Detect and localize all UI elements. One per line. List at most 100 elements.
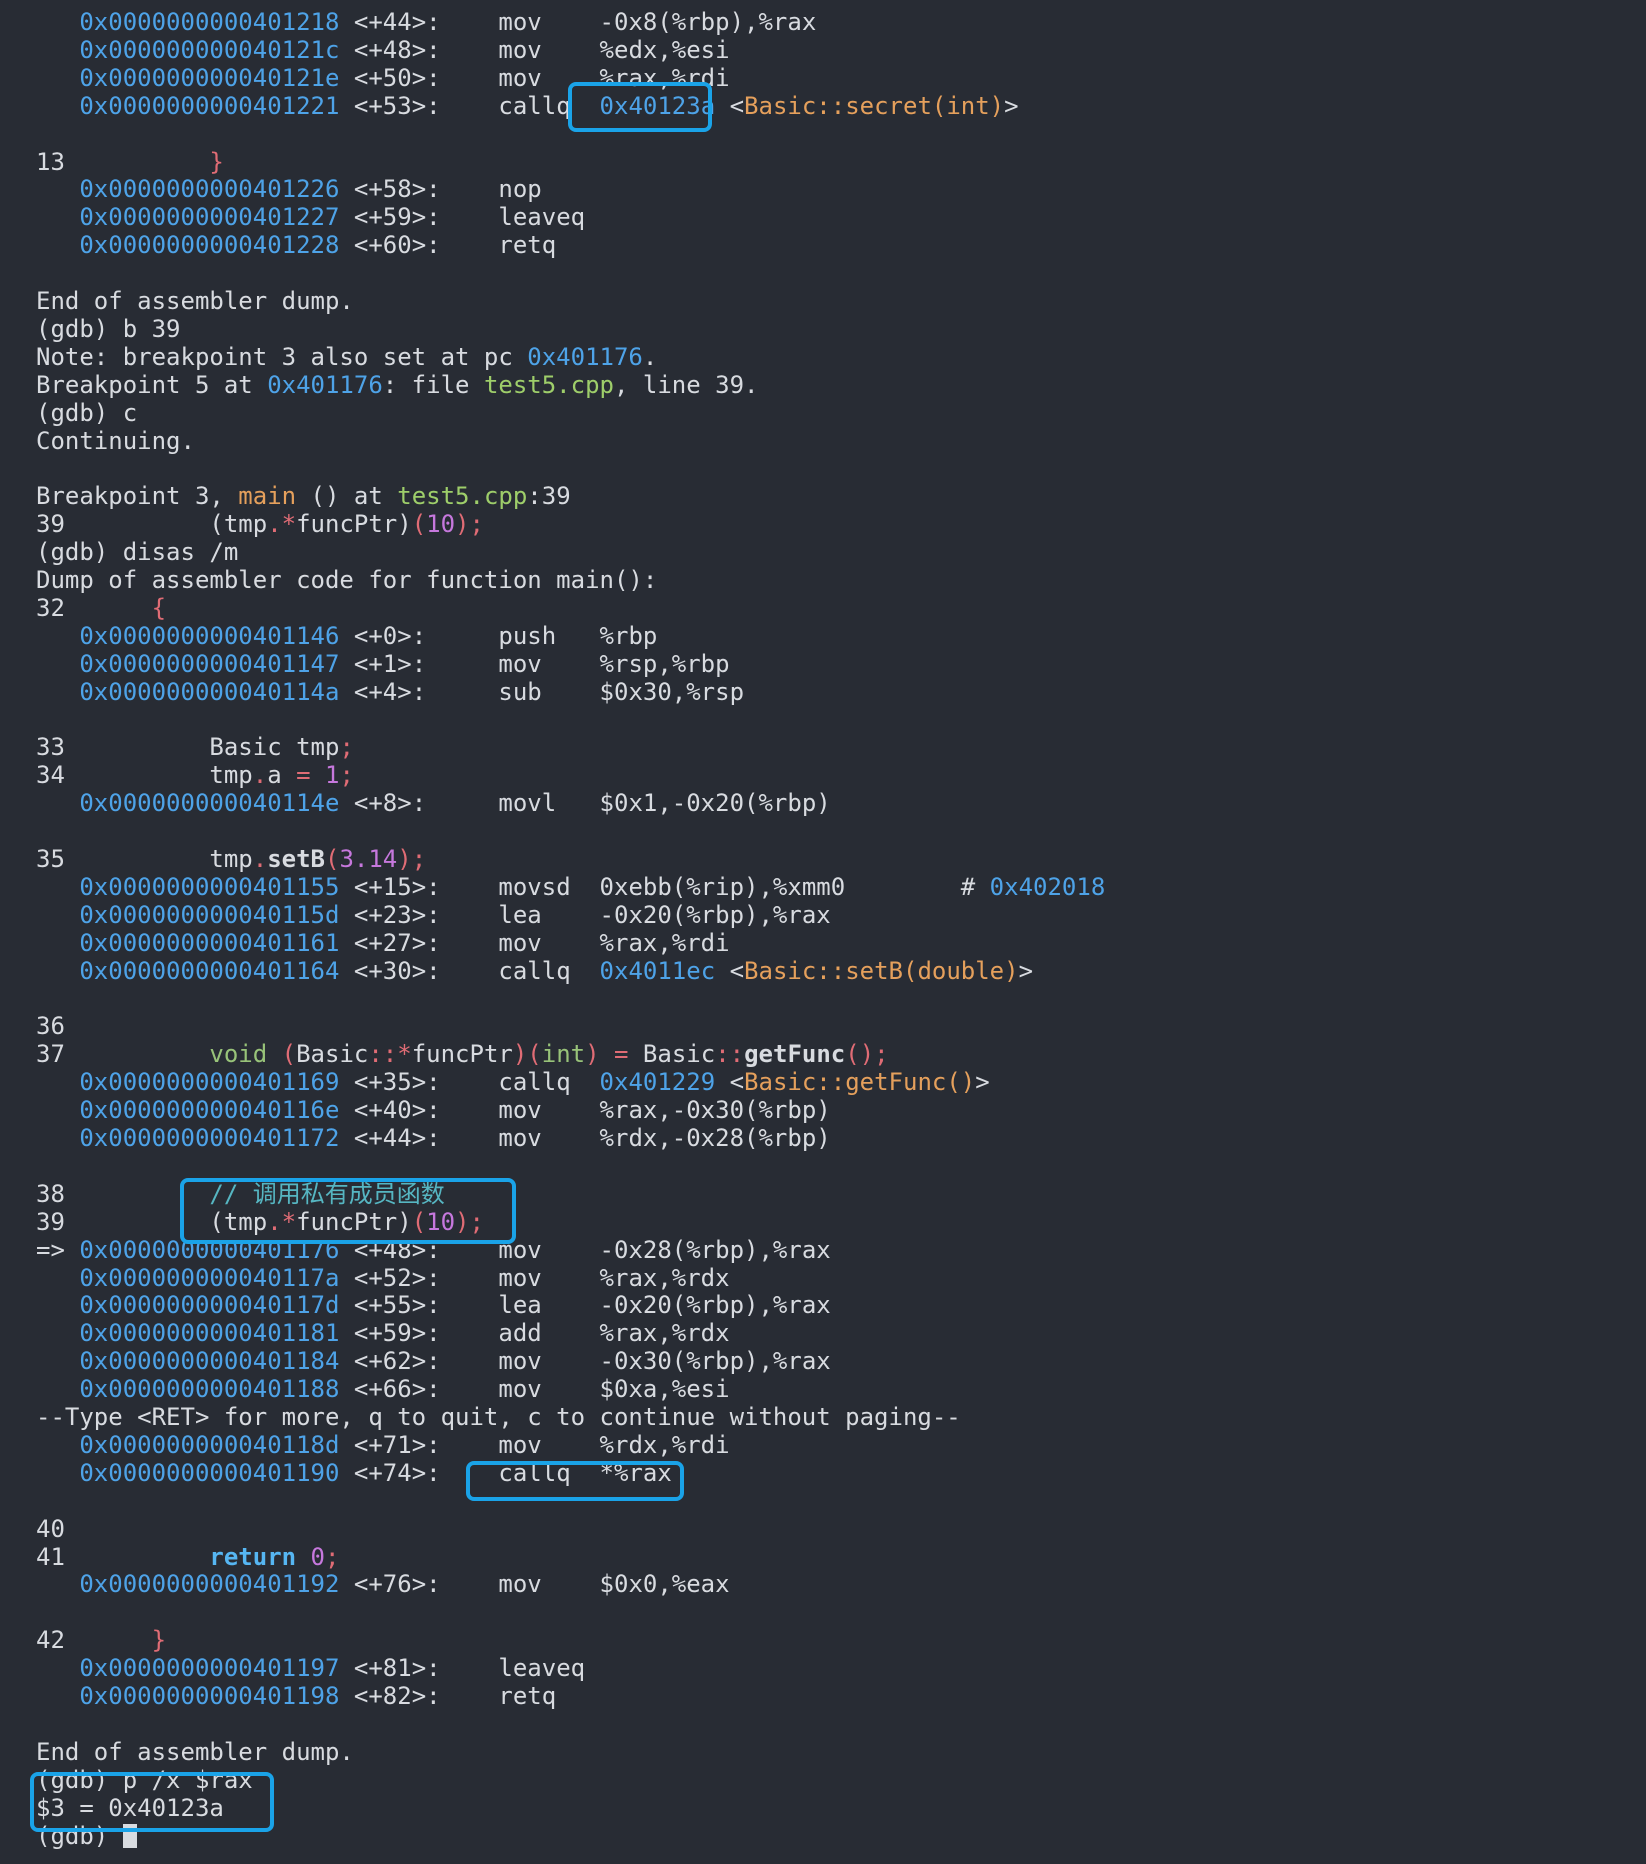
line-segment — [36, 622, 79, 650]
terminal-line: Continuing. — [36, 427, 195, 455]
terminal-line: (gdb) b 39 — [36, 315, 181, 343]
terminal-line: 0x000000000040116e <+40>: mov %rax,-0x30… — [36, 1096, 830, 1125]
terminal-line: 0x0000000000401184 <+62>: mov -0x30(%rbp… — [36, 1347, 831, 1376]
terminal-line: Breakpoint 3, main () at test5.cpp:39 — [36, 482, 571, 510]
address-text: 0x0000000000401172 — [79, 1124, 340, 1152]
terminal-line: 13 } — [36, 148, 224, 176]
line-segment: <+58>: nop — [339, 175, 542, 204]
line-segment: (gdb) p /x $rax — [36, 1765, 253, 1794]
line-segment: :39 — [527, 482, 571, 511]
line-segment — [311, 761, 325, 789]
address-text: 0x000000000040114e — [79, 789, 340, 818]
line-segment: . — [252, 845, 268, 873]
line-segment: return — [209, 1542, 297, 1571]
terminal-line: 35 tmp.setB(3.14); — [36, 845, 426, 873]
line-segment: --Type <RET> for more, q to quit, c to c… — [36, 1403, 961, 1431]
line-segment — [36, 957, 79, 985]
address-text: 0x0000000000401181 — [79, 1319, 340, 1348]
address-text: 0x0000000000401221 — [79, 91, 340, 120]
address-text: 0x0000000000401197 — [79, 1654, 340, 1683]
line-segment: funcPtr) — [296, 1207, 412, 1236]
gdb-terminal[interactable]: 0x0000000000401218 <+44>: mov -0x8(%rbp)… — [0, 0, 1646, 1864]
address-text: 0x000000000040116e — [79, 1096, 340, 1125]
address-text: 0x4011ec — [599, 956, 716, 985]
terminal-line: 0x0000000000401161 <+27>: mov %rax,%rdi — [36, 928, 729, 957]
address-text: 0x401176 — [527, 342, 643, 371]
line-segment: a — [267, 761, 297, 790]
terminal-line: (gdb) c — [36, 399, 137, 427]
line-segment: Basic — [628, 1040, 716, 1069]
line-segment: <+62>: mov -0x30(%rbp),%rax — [339, 1347, 831, 1376]
address-text: 0x0000000000401218 — [79, 8, 340, 36]
line-segment: main — [238, 482, 297, 511]
line-segment: } — [209, 147, 224, 176]
line-segment: 33 Basic tmp — [36, 733, 340, 762]
line-segment — [36, 1682, 79, 1710]
terminal-line: 0x0000000000401155 <+15>: movsd 0xebb(%r… — [36, 873, 1105, 901]
line-segment — [36, 203, 79, 231]
terminal-line: 0x000000000040114e <+8>: movl $0x1,-0x20… — [36, 789, 830, 818]
line-segment: { — [151, 593, 167, 622]
terminal-line: 36 — [36, 1012, 65, 1040]
address-text: 0x000000000040118d — [79, 1430, 340, 1459]
terminal-line: Dump of assembler code for function main… — [36, 566, 657, 594]
address-text: 0x0000000000401226 — [79, 175, 340, 204]
line-segment — [36, 929, 79, 957]
line-segment: Dump of assembler code for function main… — [36, 566, 658, 594]
terminal-line: 0x000000000040115d <+23>: lea -0x20(%rbp… — [36, 900, 830, 929]
address-text: 0x000000000040117a — [79, 1263, 340, 1292]
line-segment: (gdb) b 39 — [36, 314, 181, 343]
line-segment: int — [541, 1040, 586, 1069]
line-segment — [600, 1040, 614, 1068]
line-segment: Basic::getFunc() — [744, 1068, 976, 1097]
line-segment: } — [151, 1626, 167, 1655]
terminal-line: $3 = 0x40123a — [36, 1794, 224, 1822]
line-segment: )( — [512, 1040, 542, 1069]
line-segment — [36, 1264, 79, 1292]
text-cursor — [122, 1823, 137, 1848]
line-segment: (tmp — [209, 510, 268, 539]
terminal-line: 0x0000000000401227 <+59>: leaveq — [36, 203, 585, 231]
line-segment — [36, 1291, 79, 1319]
line-segment: ::* — [368, 1040, 412, 1069]
terminal-line: 0x0000000000401164 <+30>: callq 0x4011ec… — [36, 957, 1033, 985]
line-segment — [36, 1319, 79, 1347]
address-text: 0x0000000000401164 — [79, 956, 340, 985]
line-segment: <+50>: mov %rax,%rdi — [339, 63, 730, 92]
address-text: 0x000000000040114a — [79, 677, 340, 706]
line-segment: <+4>: sub $0x30,%rsp — [339, 677, 745, 706]
line-segment: 10 — [426, 1207, 456, 1236]
line-segment: => — [36, 1235, 80, 1264]
line-segment: <+53>: callq — [339, 91, 600, 120]
address-text: 0x0000000000401161 — [79, 928, 340, 957]
line-segment: Basic::secret(int) — [744, 91, 1005, 120]
address-text: 0x40123a — [599, 91, 716, 120]
line-segment: ; — [339, 761, 354, 790]
terminal-line: 40 — [36, 1515, 65, 1543]
line-segment: <+59>: leaveq — [339, 203, 586, 232]
address-text: 0x0000000000401176 — [79, 1235, 340, 1264]
line-segment — [36, 1124, 79, 1152]
address-text: 0x0000000000401169 — [79, 1068, 340, 1097]
address-text: 0x0000000000401147 — [79, 649, 340, 678]
line-segment: <+81>: leaveq — [339, 1654, 586, 1683]
terminal-line: 38 // 调用私有成员函数 — [36, 1180, 445, 1208]
line-segment — [36, 64, 79, 92]
terminal-line: 0x0000000000401192 <+76>: mov $0x0,%eax — [36, 1570, 729, 1598]
line-segment: ; — [339, 733, 354, 762]
terminal-line: (gdb) disas /m — [36, 538, 238, 566]
line-segment: < — [715, 956, 745, 985]
terminal-line: 0x000000000040118d <+71>: mov %rdx,%rdi — [36, 1430, 729, 1459]
line-segment — [36, 175, 79, 203]
line-segment: 36 — [36, 1012, 65, 1041]
line-segment — [36, 1459, 79, 1487]
line-segment: 37 — [36, 1040, 210, 1069]
terminal-line: 0x0000000000401197 <+81>: leaveq — [36, 1654, 585, 1682]
terminal-line: 0x0000000000401226 <+58>: nop — [36, 175, 542, 204]
line-segment — [36, 1431, 79, 1459]
line-segment: > — [975, 1068, 990, 1097]
address-text: 0x000000000040115d — [79, 900, 340, 929]
line-segment: setB — [267, 845, 325, 873]
line-segment — [36, 8, 79, 36]
address-text: 0x401176 — [267, 370, 383, 399]
